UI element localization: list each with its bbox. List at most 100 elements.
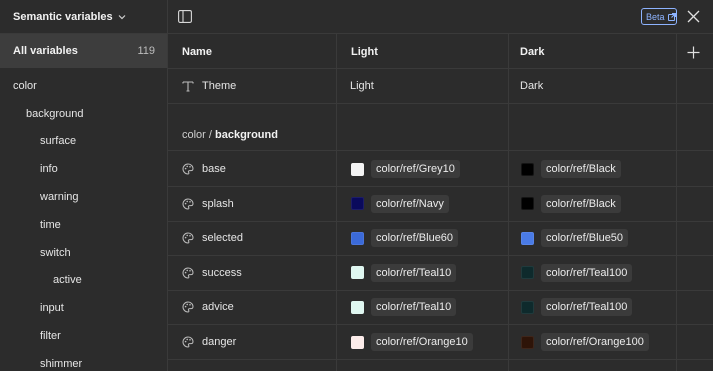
light-alias-chip[interactable]: color/ref/Teal10: [371, 263, 457, 282]
tree-item-color[interactable]: color: [0, 72, 167, 100]
top-toolbar: Beta: [168, 0, 713, 34]
light-color-swatch[interactable]: [351, 162, 364, 176]
dark-alias-chip[interactable]: color/ref/Orange100: [541, 333, 649, 351]
tree-item-input[interactable]: input: [0, 294, 167, 322]
light-value-cell[interactable]: color/ref/Grey10: [351, 152, 460, 186]
chevron-down-icon: [118, 13, 126, 21]
all-variables-count: 119: [137, 45, 155, 57]
variable-name[interactable]: selected: [202, 232, 243, 244]
group-name: background: [215, 129, 278, 141]
light-alias-chip[interactable]: color/ref/Blue60: [371, 229, 459, 248]
tree-item-label: surface: [40, 135, 77, 148]
dark-alias-chip[interactable]: color/ref/Blue50: [541, 229, 629, 248]
color-palette-icon: [182, 301, 194, 313]
column-header-name[interactable]: Name: [182, 46, 212, 58]
tree-item-info[interactable]: info: [0, 155, 167, 183]
tree-item-switch[interactable]: switch: [0, 239, 167, 267]
tree-item-label: warning: [40, 191, 79, 204]
group-header: color / background: [168, 103, 713, 151]
dark-value-cell[interactable]: color/ref/Orange100: [521, 325, 649, 359]
light-value-cell[interactable]: color/ref/Orange10: [351, 325, 473, 359]
tree-item-filter[interactable]: filter: [0, 322, 167, 350]
variable-name[interactable]: success: [202, 267, 242, 279]
light-color-swatch[interactable]: [351, 266, 364, 280]
light-value-cell[interactable]: color/ref/Teal10: [351, 290, 457, 324]
light-color-swatch[interactable]: [351, 300, 364, 314]
variable-name[interactable]: base: [202, 163, 226, 175]
variable-name-cell: advice: [182, 290, 234, 324]
variable-name: Theme: [202, 80, 237, 92]
table-row[interactable]: danger color/ref/Orange10 color/ref/Orange…: [168, 325, 713, 360]
light-value-cell[interactable]: color/ref/Teal10: [351, 256, 457, 290]
table-header: Name Light Dark: [168, 34, 713, 69]
variable-name[interactable]: danger: [202, 336, 236, 348]
dark-value-cell[interactable]: color/ref/Black: [521, 152, 621, 186]
tree-item-label: time: [40, 218, 61, 231]
close-icon[interactable]: [687, 10, 700, 23]
collection-selector[interactable]: Semantic variables: [0, 0, 167, 34]
light-color-swatch[interactable]: [351, 335, 364, 349]
sidebar: Semantic variables All variables 119 col…: [0, 0, 168, 371]
column-header-light[interactable]: Light: [351, 46, 378, 58]
table-row[interactable]: success color/ref/Teal10 color/ref/Teal100: [168, 256, 713, 291]
table-row[interactable]: selected color/ref/Blue60 color/ref/Blue50: [168, 221, 713, 257]
variable-name[interactable]: advice: [202, 301, 234, 313]
dark-alias-chip[interactable]: color/ref/Teal100: [541, 298, 633, 317]
light-color-swatch[interactable]: [351, 231, 364, 245]
variable-name-cell: selected: [182, 221, 243, 255]
table-row[interactable]: base color/ref/Grey10 color/ref/Black: [168, 152, 713, 187]
dark-value-cell[interactable]: color/ref/Teal100: [521, 256, 633, 290]
light-alias-chip[interactable]: color/ref/Navy: [371, 194, 449, 213]
color-palette-icon: [182, 232, 194, 244]
dark-value-cell[interactable]: color/ref/Blue50: [521, 221, 629, 255]
color-palette-icon: [182, 198, 194, 210]
add-mode-icon[interactable]: [687, 46, 700, 59]
all-variables-item[interactable]: All variables 119: [0, 34, 167, 68]
variable-name-cell: splash: [182, 187, 234, 221]
light-alias-chip[interactable]: color/ref/Orange10: [371, 333, 473, 351]
variables-table-panel: Beta Name Light Dark Theme Light Dark co…: [168, 0, 713, 371]
dark-alias-chip[interactable]: color/ref/Black: [541, 194, 621, 213]
group-prefix: color /: [182, 129, 216, 141]
table-row[interactable]: splash color/ref/Navy color/ref/Black: [168, 187, 713, 222]
group-path: color / background: [182, 129, 278, 141]
light-alias-chip[interactable]: color/ref/Grey10: [371, 160, 460, 178]
column-header-dark[interactable]: Dark: [520, 46, 544, 58]
toggle-sidebar-icon[interactable]: [178, 10, 192, 23]
dark-color-swatch[interactable]: [521, 197, 534, 211]
tree-item-surface[interactable]: surface: [0, 128, 167, 156]
dark-alias-chip[interactable]: color/ref/Black: [541, 160, 621, 178]
variable-name[interactable]: splash: [202, 198, 234, 210]
text-type-icon: [182, 80, 194, 92]
tree-item-label: filter: [40, 330, 61, 343]
dark-color-swatch[interactable]: [521, 162, 534, 176]
light-alias-chip[interactable]: color/ref/Teal10: [371, 298, 457, 317]
dark-color-swatch[interactable]: [521, 266, 534, 280]
dark-color-swatch[interactable]: [521, 300, 534, 314]
tree-item-time[interactable]: time: [0, 211, 167, 239]
light-value[interactable]: Light: [350, 69, 374, 103]
all-variables-label: All variables: [13, 45, 78, 57]
dark-value-cell[interactable]: color/ref/Black: [521, 187, 621, 221]
table-row-theme[interactable]: Theme Light Dark: [168, 69, 713, 104]
dark-color-swatch[interactable]: [521, 335, 534, 349]
group-tree: color background surface info warning ti…: [0, 72, 167, 371]
tree-item-label: active: [53, 274, 82, 287]
beta-badge[interactable]: Beta: [641, 8, 677, 25]
beta-label: Beta: [646, 11, 665, 22]
table-row[interactable]: advice color/ref/Teal10 color/ref/Teal100: [168, 290, 713, 326]
light-value-cell[interactable]: color/ref/Navy: [351, 187, 449, 221]
light-color-swatch[interactable]: [351, 197, 364, 211]
dark-alias-chip[interactable]: color/ref/Teal100: [541, 263, 633, 282]
tree-item-shimmer[interactable]: shimmer: [0, 350, 167, 371]
variable-name-cell: danger: [182, 325, 236, 359]
dark-color-swatch[interactable]: [521, 231, 534, 245]
tree-item-active[interactable]: active: [0, 267, 167, 295]
tree-item-background[interactable]: background: [0, 100, 167, 128]
external-link-icon: [667, 12, 676, 21]
color-palette-icon: [182, 336, 194, 348]
dark-value[interactable]: Dark: [520, 69, 543, 103]
dark-value-cell[interactable]: color/ref/Teal100: [521, 290, 633, 324]
light-value-cell[interactable]: color/ref/Blue60: [351, 221, 459, 255]
tree-item-warning[interactable]: warning: [0, 183, 167, 211]
